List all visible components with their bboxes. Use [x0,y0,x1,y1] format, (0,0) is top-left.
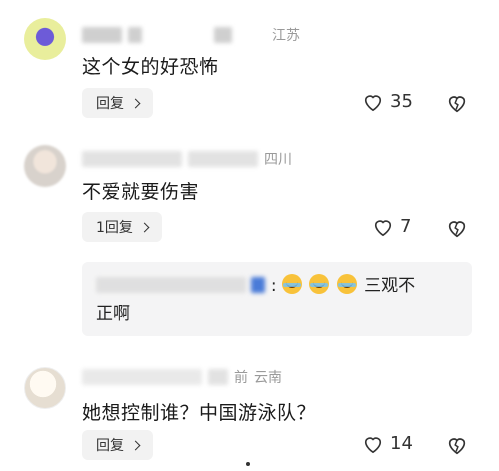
reply-label: 1回复 [96,220,133,236]
comment-meta: 四川 [82,148,292,170]
ip-region: 四川 [264,152,292,168]
laughing-crying-emoji-icon [281,274,302,294]
broken-heart-outline-icon[interactable] [446,217,468,239]
comment-meta: 前 云南 [82,366,282,388]
ip-region: 云南 [254,370,282,386]
heart-outline-icon [364,94,382,111]
heart-outline-icon [364,436,382,453]
username-blurred[interactable] [82,27,122,43]
like-count: 35 [390,91,413,112]
reply-preview-text: 正啊 [96,304,130,324]
page-indicator-dot [246,462,250,466]
time-blurred [208,369,228,385]
like-button[interactable]: 35 [362,91,413,112]
reply-username-blurred [96,277,246,293]
comment-text: 这个女的好恐怖 [82,56,219,78]
reply-button[interactable]: 1回复 [82,212,162,242]
like-count: 14 [390,433,413,454]
reply-username-blurred [251,277,266,293]
avatar[interactable] [24,18,66,60]
reply-preview-text: 三观不 [364,276,416,296]
time-blurred [214,27,232,43]
heart-outline-icon [374,219,392,236]
time-suffix: 前 [234,370,248,386]
reply-button[interactable]: 回复 [82,430,153,460]
comment-text: 她想控制谁？中国游泳队？ [82,402,317,424]
reply-label: 回复 [96,96,124,112]
username-blurred [128,27,142,43]
chevron-right-icon [130,98,141,108]
chevron-right-icon [139,222,150,232]
comment-meta: 江苏 [82,24,300,46]
reply-label: 回复 [96,438,124,454]
comment-text: 不爱就要伤害 [82,181,200,203]
reply-preview-line: : 三观不 [96,272,458,300]
username-blurred[interactable] [82,369,202,385]
like-button[interactable]: 7 [372,216,411,237]
ip-region: 江苏 [272,28,300,44]
like-button[interactable]: 14 [362,433,413,454]
like-count: 7 [400,216,412,237]
reply-button[interactable]: 回复 [82,88,153,118]
reply-preview[interactable]: : 三观不 正啊 [82,262,472,336]
laughing-crying-emoji-icon [336,274,357,294]
time-blurred [188,151,258,167]
chevron-right-icon [130,440,141,450]
avatar[interactable] [24,367,66,409]
username-blurred[interactable] [82,151,182,167]
broken-heart-outline-icon[interactable] [446,92,468,114]
laughing-crying-emoji-icon [309,274,330,294]
broken-heart-outline-icon[interactable] [446,434,468,456]
avatar[interactable] [24,145,66,187]
